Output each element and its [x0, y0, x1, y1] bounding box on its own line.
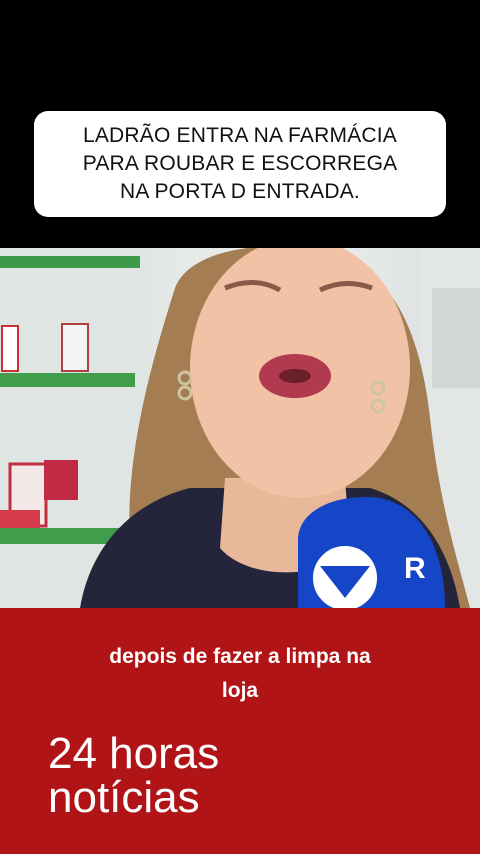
medicine-box: [61, 323, 89, 372]
video-scene: R: [0, 248, 480, 608]
medicine-box: [1, 325, 19, 372]
caption: depois de fazer a limpa na loja: [60, 640, 420, 708]
shelf-bottom: [0, 528, 120, 544]
headline-box: LADRÃO ENTRA NA FARMÁCIA PARA ROUBAR E E…: [34, 111, 446, 217]
brand-logo-line-1: 24 horas: [48, 729, 220, 778]
caption-line-2: loja: [221, 679, 259, 702]
mouth: [279, 369, 311, 383]
brand-logo-line-2: notícias: [48, 773, 200, 822]
wall-sign: [432, 288, 480, 388]
brand-logo: 24 horas notícias: [48, 732, 268, 820]
medicine-box: [44, 460, 78, 500]
caption-line-1: depois de fazer a limpa na: [109, 645, 371, 668]
video-frame[interactable]: R: [0, 248, 480, 608]
shelf-middle: [0, 373, 135, 387]
medicine-box: [0, 510, 40, 528]
microphone-logo-text: R: [404, 552, 426, 585]
shelf-top: [0, 256, 140, 268]
headline-text: LADRÃO ENTRA NA FARMÁCIA PARA ROUBAR E E…: [82, 124, 398, 203]
